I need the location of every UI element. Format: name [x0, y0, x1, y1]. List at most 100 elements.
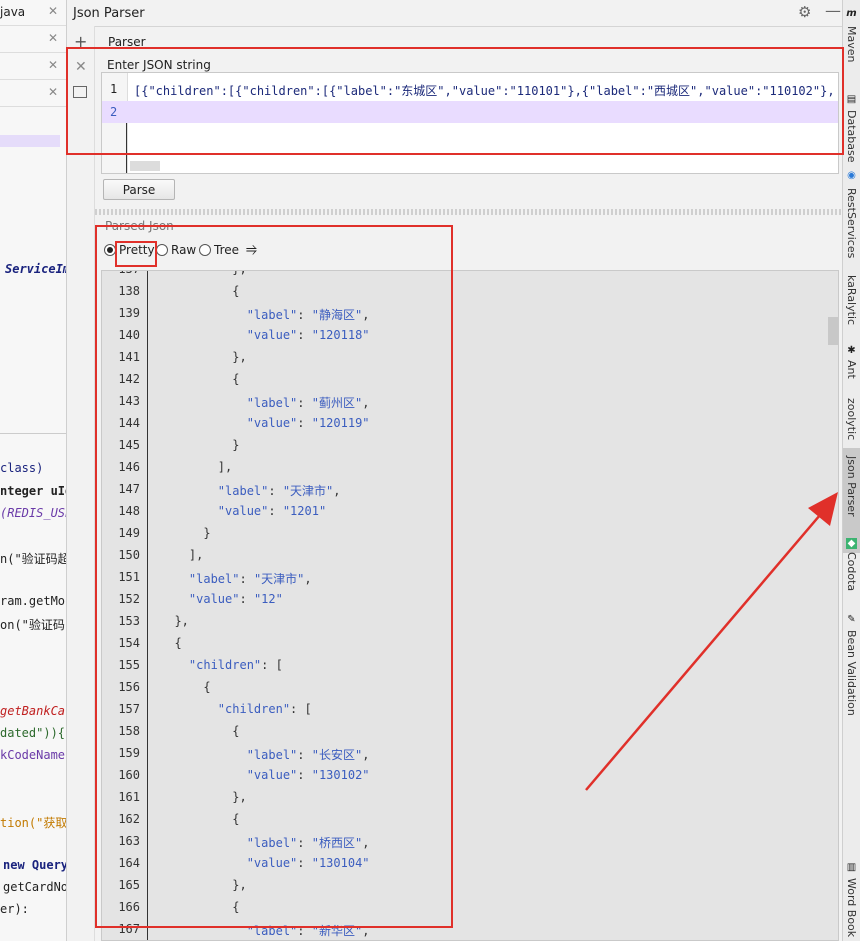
line-number: 142 [118, 372, 140, 386]
json-line: "label": "天津市", [217, 484, 341, 498]
code-line: n("验证码超 [0, 552, 67, 566]
json-line: }, [160, 271, 246, 276]
add-icon[interactable]: + [74, 32, 87, 51]
splitter[interactable] [95, 209, 842, 215]
toolbar-maven[interactable]: Maven [845, 26, 858, 62]
right-tool-bar: m Maven ▤ Database ◉ RestServices kaRaly… [842, 0, 860, 941]
current-line-highlight [102, 101, 838, 123]
line-number: 162 [118, 812, 140, 826]
code-line: new Query [3, 858, 67, 872]
json-line: "label": "新华区", [246, 924, 370, 938]
json-line: { [160, 812, 240, 826]
json-line: ], [160, 548, 204, 562]
json-line: "children": [ [217, 702, 312, 716]
json-input-editor[interactable]: 1 2 [{"children":[{"children":[{"label":… [101, 72, 839, 174]
close-icon[interactable]: ✕ [48, 31, 58, 45]
json-line: } [160, 526, 211, 540]
json-line: "value": "120118" [246, 328, 370, 342]
code-line: (REDIS_USE [0, 506, 67, 520]
radio-selected-dot [107, 247, 113, 253]
toolbar-zoolytic[interactable]: zoolytic [845, 398, 858, 440]
code-line: getBankCar [0, 704, 67, 718]
divider [0, 433, 66, 434]
close-icon[interactable]: ✕ [48, 85, 58, 99]
database-icon: ▤ [846, 94, 857, 105]
code-line: er): [0, 902, 29, 916]
code-line: dated")){ [0, 726, 66, 740]
line-number: 167 [118, 922, 140, 936]
line-number: 144 [118, 416, 140, 430]
line-number: 139 [118, 306, 140, 320]
parse-button[interactable]: Parse [103, 179, 175, 200]
toolbar-bean-validation[interactable]: Bean Validation [845, 630, 858, 716]
close-icon[interactable]: ✕ [75, 59, 87, 75]
arrow-shaft [585, 507, 827, 791]
json-line: "label": "桥西区", [246, 836, 370, 850]
json-line: { [160, 680, 211, 694]
line-number: 155 [118, 658, 140, 672]
radio-pretty[interactable] [104, 244, 116, 256]
radio-tree[interactable] [199, 244, 211, 256]
vertical-scrollbar[interactable] [828, 317, 838, 345]
radio-raw[interactable] [156, 244, 168, 256]
window-title: Json Parser [73, 6, 145, 21]
horizontal-scrollbar[interactable] [130, 161, 160, 171]
line-number: 146 [118, 460, 140, 474]
code-line: nteger uId [0, 484, 67, 498]
code-line: kCodeName" [0, 748, 67, 762]
toolbar-codota[interactable]: Codota [845, 552, 858, 591]
json-line: }, [160, 790, 247, 804]
gear-icon[interactable]: ⚙ [798, 3, 811, 21]
view-mode-radio-group: Pretty Raw Tree ⥤ [104, 241, 274, 261]
restservices-icon: ◉ [847, 170, 856, 181]
editor-tab[interactable]: ✕ [0, 81, 66, 107]
line-number: 159 [118, 746, 140, 760]
toolbar-kafkalytic[interactable]: kaRalytic [845, 275, 858, 325]
toolbar-restservices[interactable]: RestServices [845, 188, 858, 258]
maven-icon: m [846, 8, 857, 19]
json-line: ], [160, 460, 233, 474]
line-number: 161 [118, 790, 140, 804]
code-line: tion("获取银 [0, 816, 67, 830]
json-line: } [160, 438, 240, 452]
annotation-arrow [585, 492, 838, 791]
copy-icon[interactable] [73, 86, 87, 98]
wrap-icon[interactable]: ⥤ [246, 241, 257, 257]
toolbar-ant[interactable]: Ant [845, 360, 858, 379]
line-number: 1 [110, 82, 118, 96]
json-line: "value": "120119" [246, 416, 370, 430]
line-number: 165 [118, 878, 140, 892]
radio-raw-label[interactable]: Raw [171, 243, 196, 257]
radio-pretty-label[interactable]: Pretty [119, 243, 155, 257]
minimize-icon[interactable]: — [825, 1, 841, 20]
toolbar-json-parser[interactable]: Json Parser [845, 456, 858, 517]
line-number: 143 [118, 394, 140, 408]
json-line: }, [160, 878, 247, 892]
line-number: 164 [118, 856, 140, 870]
editor-tab[interactable]: ✕ [0, 27, 66, 53]
toolbar-database[interactable]: Database [845, 110, 858, 163]
ant-icon: ✱ [847, 345, 856, 356]
close-icon[interactable]: ✕ [48, 4, 58, 18]
tool-window-header: Json Parser ⚙ — [67, 0, 842, 27]
radio-tree-label[interactable]: Tree [214, 243, 239, 257]
editor-tab-label: java [0, 5, 26, 19]
word-book-icon: ▥ [846, 862, 857, 873]
tab-parser[interactable]: Parser [108, 35, 146, 49]
code-line: class) [0, 461, 44, 475]
codota-icon: ◆ [846, 538, 857, 549]
code-line: on("验证码 [0, 618, 65, 632]
editor-tab[interactable]: java ✕ [0, 0, 66, 26]
close-icon[interactable]: ✕ [48, 58, 58, 72]
editor-tab[interactable]: ✕ [0, 54, 66, 80]
current-line-highlight [0, 135, 60, 147]
input-section-label: Enter JSON string [105, 58, 213, 72]
caret-line [126, 123, 127, 173]
line-number: 153 [118, 614, 140, 628]
json-line: "value": "1201" [217, 504, 327, 518]
toolbar-word-book[interactable]: Word Book [845, 878, 858, 937]
line-number: 147 [118, 482, 140, 496]
input-line: [{"children":[{"children":[{"label":"东城区… [134, 84, 834, 98]
line-number: 166 [118, 900, 140, 914]
json-line: "value": "130104" [246, 856, 370, 870]
